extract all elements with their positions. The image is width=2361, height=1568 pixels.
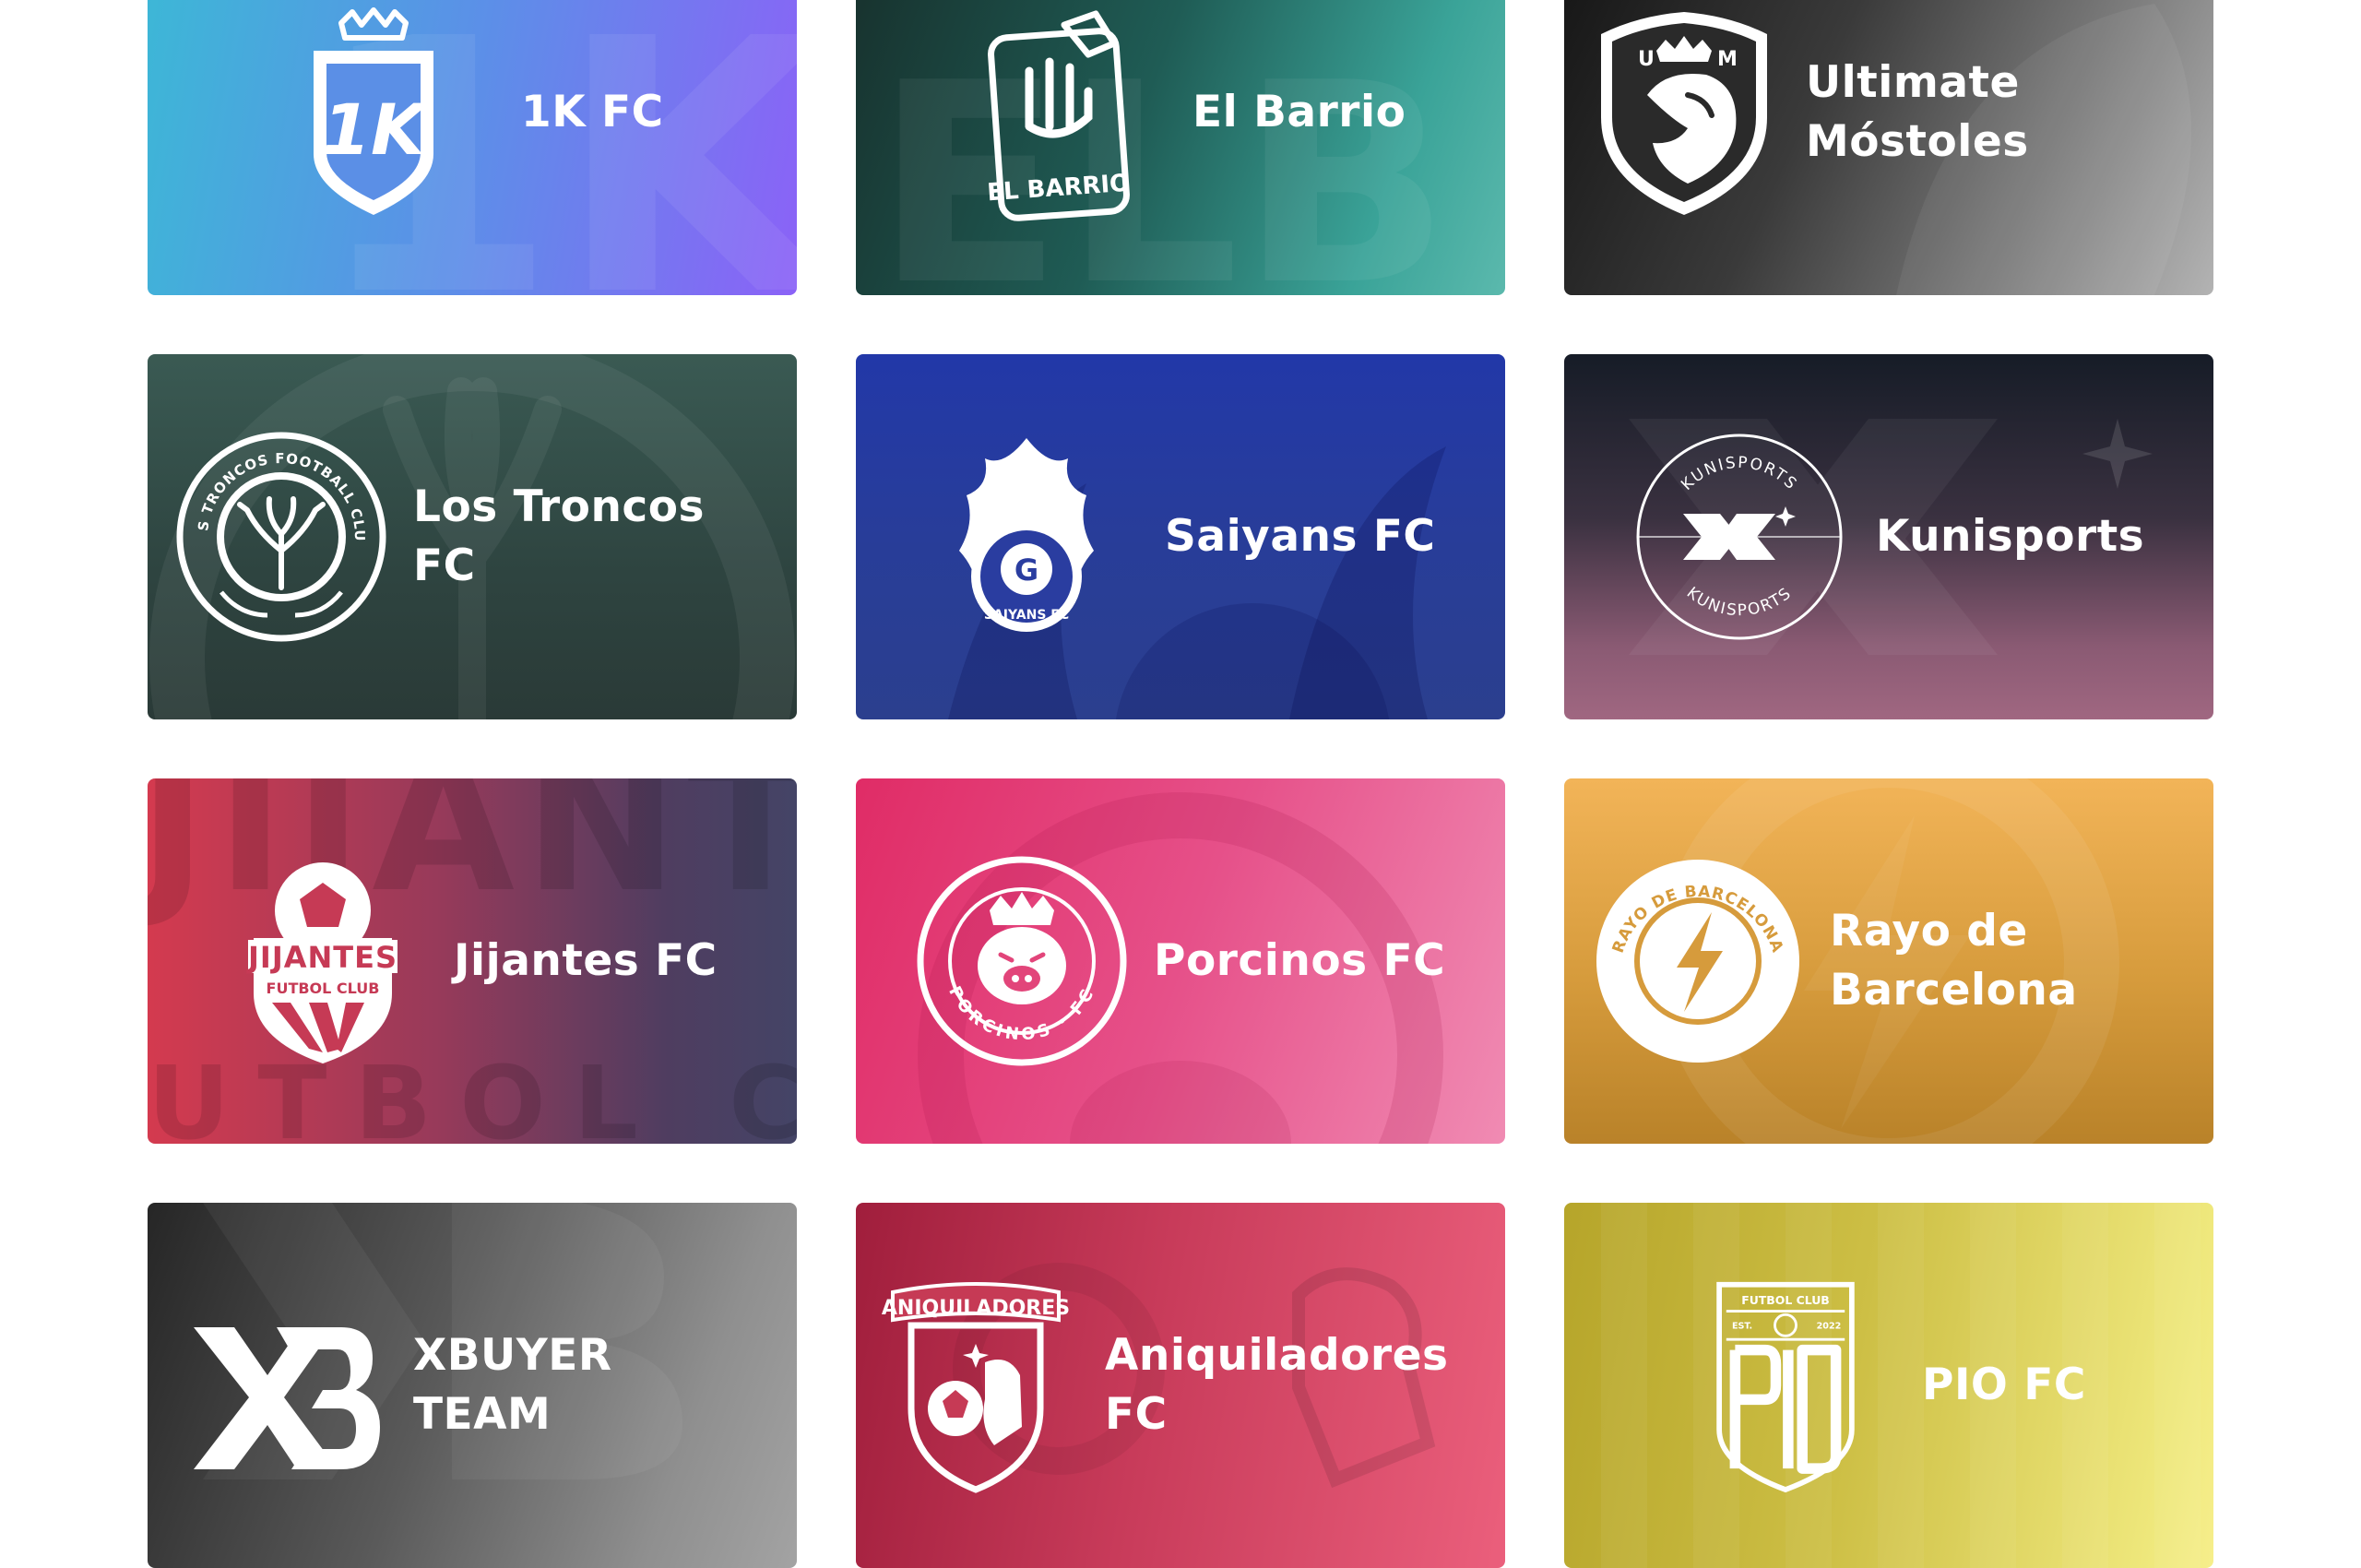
logo-text: 2022 — [1817, 1322, 1842, 1332]
svg-text:ELB: ELB — [874, 24, 1451, 295]
logo-text: KUNISPORTS — [1683, 584, 1796, 620]
team-card-jijantes-fc[interactable]: JIJANTE UTBOL CLU JIJANTES FUTBOL CLUB J… — [148, 778, 797, 1144]
team-name: El Barrio — [1192, 87, 1406, 137]
team-card-porcinos-fc[interactable]: PORCINOS · FC Porcinos FC — [856, 778, 1505, 1144]
el-barrio-hand-sign-icon: EL BARRIO — [976, 6, 1142, 221]
team-card-los-troncos-fc[interactable]: LOS TRONCOS FOOTBALL CLUB Los Troncos FC — [148, 354, 797, 719]
logo-text: U — [1638, 48, 1655, 71]
team-name: Saiyans FC — [1165, 511, 1436, 562]
team-name: 1K FC — [521, 87, 664, 137]
logo-text: ANIQUILADORES — [882, 1297, 1070, 1320]
kunisports-k-circle-icon: KUNISPORTS KUNISPORTS — [1633, 431, 1845, 643]
team-card-1k-fc[interactable]: 1K 1K 1K FC — [148, 0, 797, 295]
logo-text: EL BARRIO — [986, 170, 1131, 208]
logo-text: FUTBOL CLUB — [1741, 1293, 1830, 1307]
logo-text: FUTBOL CLUB — [267, 980, 380, 997]
team-name: Porcinos FC — [1154, 935, 1446, 986]
team-card-el-barrio[interactable]: ELB EL BARRIO El Barrio — [856, 0, 1505, 295]
logo-text: SAIYANS FC — [984, 608, 1069, 623]
team-card-kunisports[interactable]: KUNISPORTS KUNISPORTS Kunisports — [1564, 354, 2213, 719]
los-troncos-tree-badge-icon: LOS TRONCOS FOOTBALL CLUB — [169, 418, 387, 643]
team-card-pio-fc[interactable]: FUTBOL CLUB EST. 2022 PIO FC — [1564, 1203, 2213, 1568]
team-card-rayo-de-barcelona[interactable]: RAYO DE BARCELONA Rayo de Barcelona — [1564, 778, 2213, 1144]
team-name: Ultimate Móstoles — [1806, 57, 2029, 167]
team-card-aniquiladores-fc[interactable]: ANIQUILADORES Aniquiladores FC — [856, 1203, 1505, 1568]
team-name: Kunisports — [1876, 511, 2145, 562]
logo-text: EST. — [1732, 1322, 1752, 1332]
team-card-ultimate-mostoles[interactable]: U M Ultimate Móstoles — [1564, 0, 2213, 295]
aniquiladores-fist-shield-icon: ANIQUILADORES — [882, 1279, 1070, 1493]
saiyans-flame-ball-icon: G SAIYANS FC — [948, 431, 1105, 643]
logo-text: KUNISPORTS — [1678, 454, 1801, 494]
jijantes-ball-shield-icon: JIJANTES FUTBOL CLUB — [235, 855, 410, 1067]
xbuyer-xb-monogram-icon — [175, 1279, 387, 1491]
team-card-saiyans-fc[interactable]: G SAIYANS FC Saiyans FC — [856, 354, 1505, 719]
porcinos-pig-crown-icon: PORCINOS · FC — [916, 855, 1128, 1067]
team-name: Rayo de Barcelona — [1830, 906, 2078, 1016]
team-name: Aniquiladores FC — [1105, 1330, 1449, 1440]
logo-text: JIJANTES — [246, 940, 397, 975]
ultimate-mostoles-lion-shield-icon: U M — [1592, 6, 1776, 219]
logo-text: M — [1717, 48, 1738, 71]
card-background-pattern: 1K — [148, 0, 797, 295]
svg-text:G: G — [1014, 552, 1038, 588]
team-card-xbuyer-team[interactable]: XBUYER TEAM — [148, 1203, 797, 1568]
svg-text:1K: 1K — [322, 89, 430, 171]
rayo-lightning-ball-icon: RAYO DE BARCELONA — [1592, 855, 1804, 1067]
card-background-pattern — [1564, 1203, 2213, 1568]
pio-fc-shield-icon: FUTBOL CLUB EST. 2022 — [1707, 1279, 1864, 1493]
team-name: XBUYER TEAM — [413, 1330, 612, 1440]
card-background-pattern: ELB — [856, 0, 1505, 295]
team-name: Los Troncos FC — [413, 481, 706, 591]
team-name: Jijantes FC — [454, 935, 718, 986]
1k-fc-shield-crown-icon: 1K — [286, 6, 461, 219]
team-name: PIO FC — [1922, 1360, 2086, 1410]
